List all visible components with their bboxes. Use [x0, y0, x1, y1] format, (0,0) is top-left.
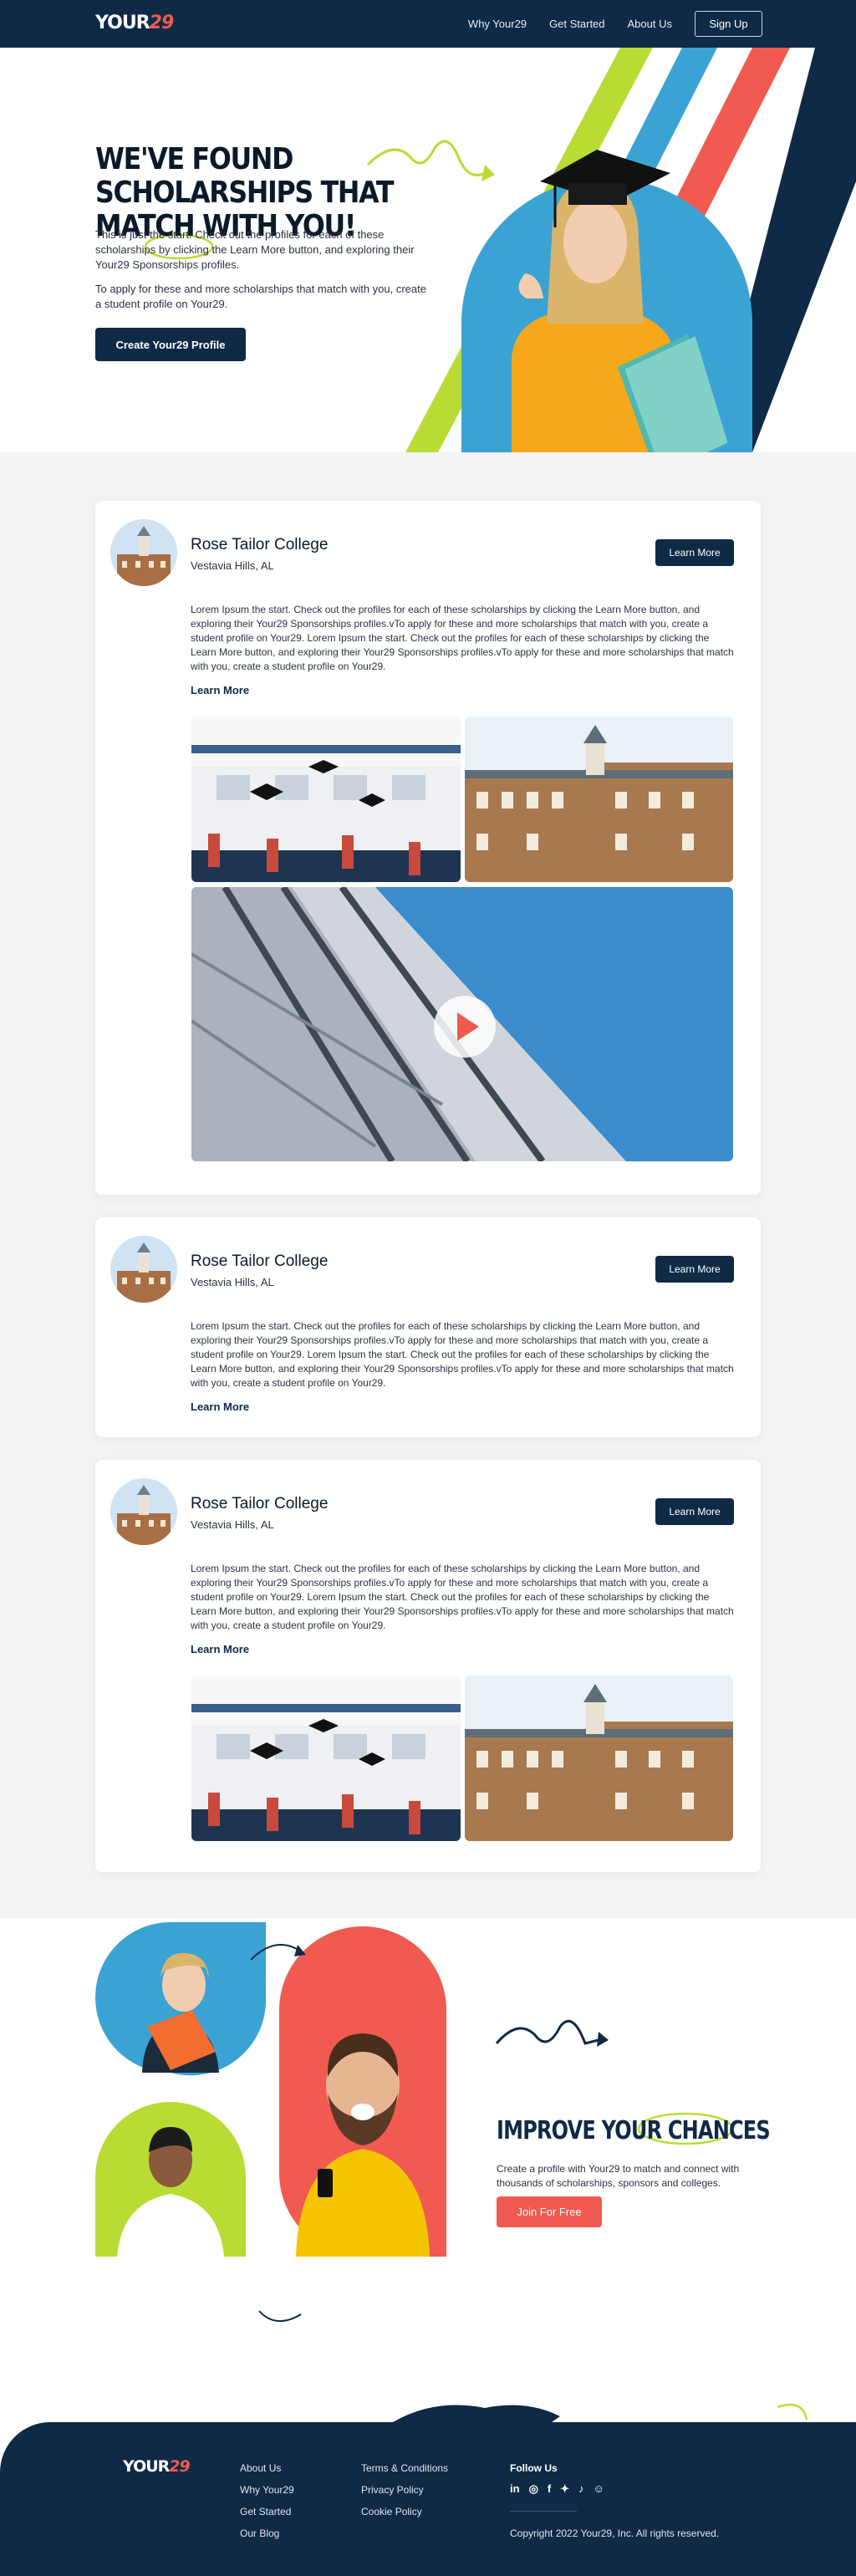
footer: YOUR29 About Us Why Your29 Get Started O…	[0, 2422, 856, 2576]
card-description: Lorem Ipsum the start. Check out the pro…	[191, 604, 734, 672]
twitter-icon[interactable]: ✦	[560, 2482, 569, 2496]
scholarship-card: Rose Tailor College Vestavia Hills, AL L…	[95, 501, 761, 1195]
scholarship-card: Rose Tailor College Vestavia Hills, AL L…	[95, 1460, 761, 1872]
card-description: Lorem Ipsum the start. Check out the pro…	[191, 1563, 734, 1631]
follow-us-heading: Follow Us	[510, 2462, 558, 2474]
top-nav: YOUR29 Why Your29 Get Started About Us S…	[0, 0, 856, 48]
footer-link-our-blog[interactable]: Our Blog	[240, 2528, 294, 2539]
learn-more-link[interactable]: Learn More	[191, 1400, 249, 1413]
cap-band	[568, 183, 627, 205]
nav-links: Why Your29 Get Started About Us Sign Up	[446, 11, 762, 37]
learn-more-button[interactable]: Learn More	[655, 539, 734, 566]
improve-title: IMPROVE YOUR CHANCES	[497, 2116, 771, 2145]
scholarship-cards-section: Rose Tailor College Vestavia Hills, AL L…	[0, 452, 856, 1918]
college-avatar	[110, 519, 177, 586]
graduation-photo[interactable]	[191, 1676, 461, 1841]
join-for-free-button[interactable]: Join For Free	[497, 2196, 602, 2227]
sign-up-button[interactable]: Sign Up	[695, 11, 762, 37]
footer-link-privacy[interactable]: Privacy Policy	[361, 2484, 448, 2496]
scholarship-card: Rose Tailor College Vestavia Hills, AL L…	[95, 1217, 761, 1437]
nav-link-get-started[interactable]: Get Started	[549, 18, 604, 30]
learn-more-link[interactable]: Learn More	[191, 684, 249, 696]
college-location: Vestavia Hills, AL	[191, 559, 274, 572]
footer-link-get-started[interactable]: Get Started	[240, 2506, 294, 2517]
graduation-photo[interactable]	[191, 717, 461, 882]
campus-photo[interactable]	[465, 717, 733, 882]
footer-link-cookie[interactable]: Cookie Policy	[361, 2506, 448, 2517]
college-name: Rose Tailor College	[191, 536, 329, 553]
tiktok-icon[interactable]: ♪	[578, 2482, 584, 2496]
linkedin-icon[interactable]: in	[510, 2482, 520, 2496]
learn-more-button[interactable]: Learn More	[655, 1498, 734, 1525]
snapchat-icon[interactable]: ☺	[594, 2482, 604, 2496]
footer-divider	[510, 2511, 577, 2512]
play-icon[interactable]	[434, 996, 496, 1058]
college-name: Rose Tailor College	[191, 1495, 329, 1512]
college-avatar	[110, 1478, 177, 1545]
improve-chances-section: IMPROVE YOUR CHANCES Create a profile wi…	[0, 1918, 856, 2422]
campus-photo[interactable]	[465, 1676, 733, 1841]
footer-column-company: About Us Why Your29 Get Started Our Blog	[240, 2462, 294, 2549]
hero-apply-text: To apply for these and more scholarships…	[95, 283, 426, 310]
hero-section: WE'VE FOUND SCHOLARSHIPS THAT MATCH WITH…	[0, 48, 856, 452]
nav-link-why-your29[interactable]: Why Your29	[468, 18, 527, 30]
footer-link-terms[interactable]: Terms & Conditions	[361, 2462, 448, 2474]
card-description: Lorem Ipsum the start. Check out the pro…	[191, 1320, 734, 1389]
footer-link-why-your29[interactable]: Why Your29	[240, 2484, 294, 2496]
college-name: Rose Tailor College	[191, 1252, 329, 1270]
squiggle-arrowhead	[482, 165, 495, 181]
lime-arrow	[777, 2403, 808, 2420]
campus-video[interactable]	[191, 887, 733, 1161]
logo[interactable]: YOUR29	[95, 13, 174, 33]
curved-arrow-bottom	[258, 2310, 302, 2322]
college-location: Vestavia Hills, AL	[191, 1518, 274, 1531]
improve-text: Create a profile with Your29 to match an…	[497, 2163, 740, 2189]
footer-link-about-us[interactable]: About Us	[240, 2462, 294, 2474]
squiggle-arrowhead	[597, 2032, 609, 2047]
instagram-icon[interactable]: ◎	[529, 2482, 538, 2496]
footer-column-legal: Terms & Conditions Privacy Policy Cookie…	[361, 2462, 448, 2528]
create-profile-button[interactable]: Create Your29 Profile	[95, 328, 246, 361]
open-mouth	[351, 2104, 374, 2120]
nav-link-about-us[interactable]: About Us	[628, 18, 672, 30]
phone	[318, 2169, 333, 2197]
hero-intro-text: This is just the start. Check out the pr…	[95, 228, 415, 271]
learn-more-button[interactable]: Learn More	[655, 1256, 734, 1283]
facebook-icon[interactable]: f	[548, 2482, 551, 2496]
student-face	[563, 200, 627, 283]
brush-stroke	[393, 2405, 560, 2422]
social-links: in ◎ f ✦ ♪ ☺	[510, 2482, 614, 2496]
squiggle-arrow	[495, 2019, 603, 2045]
footer-logo[interactable]: YOUR29	[123, 2457, 191, 2476]
learn-more-link[interactable]: Learn More	[191, 1643, 249, 1655]
college-location: Vestavia Hills, AL	[191, 1276, 274, 1288]
college-avatar	[110, 1236, 177, 1303]
copyright-text: Copyright 2022 Your29, Inc. All rights r…	[510, 2528, 720, 2539]
